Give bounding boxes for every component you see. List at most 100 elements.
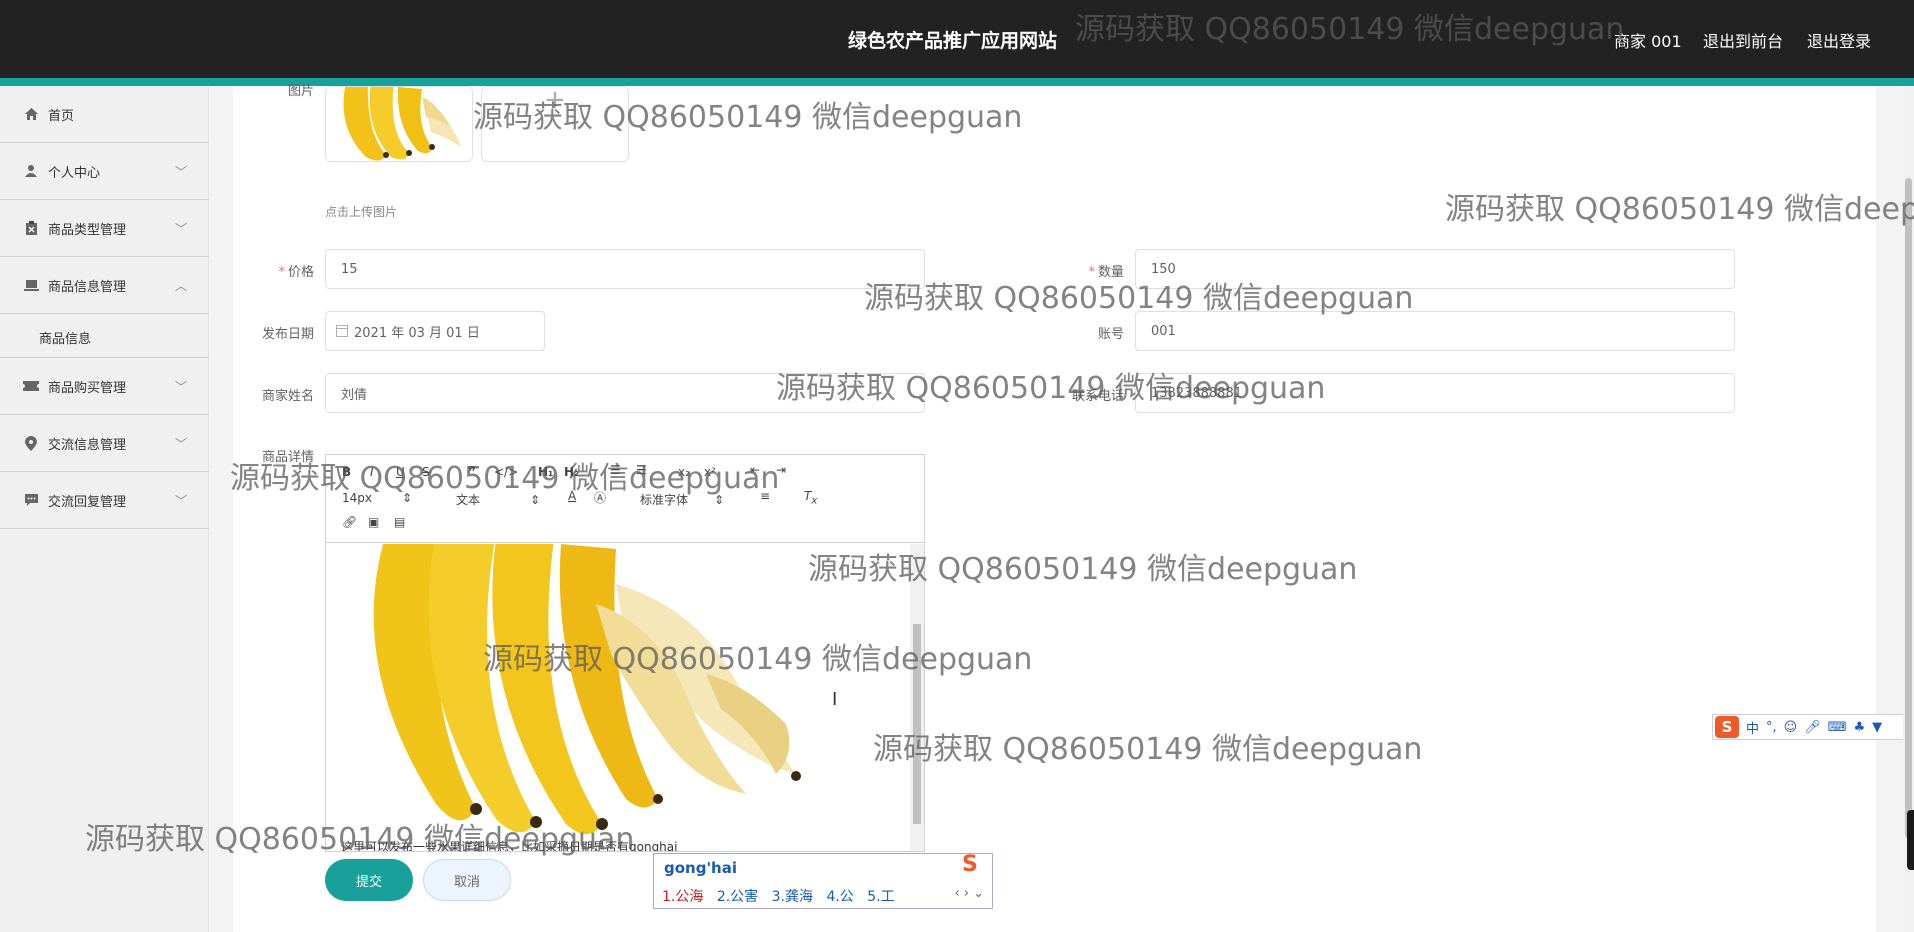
select-arrow-icon: ⇕ xyxy=(530,493,541,507)
price-label: * 价格 xyxy=(278,265,314,280)
sidebar-item-label: 交流信息管理 xyxy=(48,437,127,453)
font-family-select[interactable]: 标准字体 ⇕ xyxy=(640,491,724,508)
rich-text-editor[interactable]: B I U S ❞ </> H₁ H₂ ☰ ☰ x₂ x² ⇤ ⇥ 14px ⇕ … xyxy=(325,454,925,852)
text-cursor-icon: I xyxy=(832,689,838,710)
keyboard-icon[interactable]: ⌨ xyxy=(1828,720,1847,735)
background-color-icon[interactable]: Ⓐ xyxy=(594,489,606,506)
quantity-label: * 数量 xyxy=(1088,265,1124,280)
ime-composition: gong'hai xyxy=(664,859,737,877)
merchant-name-input[interactable]: 刘倩 xyxy=(325,373,925,413)
ime-candidate[interactable]: 4.公 xyxy=(826,889,853,905)
chevron-down-icon: ﹀ xyxy=(174,380,187,394)
video-icon[interactable]: ▤ xyxy=(394,515,405,529)
top-header: 绿色农产品推广应用网站 商家 001 退出到前台 退出登录 xyxy=(0,0,1914,78)
price-input[interactable]: 15 xyxy=(325,249,925,289)
editor-scrollbar-thumb[interactable] xyxy=(913,624,921,824)
uploaded-image-thumb[interactable] xyxy=(325,86,473,162)
page-scrollbar[interactable] xyxy=(1903,86,1914,932)
chevron-down-icon: ﹀ xyxy=(174,494,187,508)
strike-icon[interactable]: S xyxy=(422,465,430,479)
ime-page-nav[interactable]: ‹ › ⌄ xyxy=(954,886,984,901)
skin-icon[interactable]: ▼ xyxy=(1872,720,1882,735)
sidebar-item-label: 个人中心 xyxy=(48,165,101,181)
editor-toolbar: B I U S ❞ </> H₁ H₂ ☰ ☰ x₂ x² ⇤ ⇥ 14px ⇕ … xyxy=(326,455,924,543)
superscript-icon[interactable]: x² xyxy=(704,465,716,479)
sidebar-item-product-info[interactable]: 商品信息管理 ︿ xyxy=(0,257,209,314)
heading1-icon[interactable]: H₁ xyxy=(538,465,553,479)
image-label: 图片 xyxy=(287,84,314,99)
editor-content[interactable]: 这里可以发布一些水果详细信息，比如采摘日期是否有gonghai xyxy=(326,544,910,851)
sidebar-item-product-type[interactable]: 商品类型管理 ﹀ xyxy=(0,200,209,257)
ime-candidate[interactable]: 5.工 xyxy=(867,889,894,905)
quantity-input[interactable]: 150 xyxy=(1135,249,1735,289)
chinese-mode-icon[interactable]: 中 xyxy=(1746,718,1759,737)
bold-icon[interactable]: B xyxy=(342,465,351,479)
logout-link[interactable]: 退出登录 xyxy=(1807,28,1871,52)
home-icon xyxy=(23,106,39,122)
page-scrollbar-thumb[interactable] xyxy=(1905,178,1912,838)
cancel-button[interactable]: 取消 xyxy=(423,859,511,901)
align-icon[interactable]: ≡ xyxy=(760,489,770,503)
tools-icon[interactable]: ♣ xyxy=(1854,720,1866,735)
sidebar-item-label: 商品购买管理 xyxy=(48,380,127,396)
subscript-icon[interactable]: x₂ xyxy=(678,465,690,479)
sidebar-item-exchange-info[interactable]: 交流信息管理 ﹀ xyxy=(0,415,209,472)
exit-to-front-link[interactable]: 退出到前台 xyxy=(1703,28,1783,52)
ime-status-bar: S 中 °, ☺ 🎤︎ ⌨ ♣ ▼ xyxy=(1712,714,1914,740)
ime-candidate[interactable]: 1.公海 xyxy=(662,889,703,905)
microphone-icon[interactable]: 🎤︎ xyxy=(1804,720,1821,735)
merchant-user-link[interactable]: 商家 001 xyxy=(1614,28,1682,52)
sidebar-item-exchange-reply[interactable]: 交流回复管理 ﹀ xyxy=(0,472,209,529)
text-format-select[interactable]: 文本 ⇕ xyxy=(456,491,540,508)
chat-icon xyxy=(23,492,39,508)
ticket-icon xyxy=(23,378,39,394)
text-color-icon[interactable]: A xyxy=(568,489,576,503)
publish-date-picker[interactable]: 2021 年 03 月 01 日 xyxy=(325,311,545,351)
plus-icon: + xyxy=(544,86,566,115)
publish-date-label: 发布日期 xyxy=(261,327,314,342)
emoji-icon[interactable]: ☺ xyxy=(1784,720,1798,735)
sidebar-item-label: 商品信息管理 xyxy=(48,279,127,295)
sidebar-subitem-label: 商品信息 xyxy=(39,332,92,347)
punctuation-icon[interactable]: °, xyxy=(1766,720,1777,735)
sidebar-item-purchase[interactable]: 商品购买管理 ﹀ xyxy=(0,358,209,415)
upload-tip: 点击上传图片 xyxy=(325,205,398,219)
calendar-icon xyxy=(336,325,348,337)
submit-button[interactable]: 提交 xyxy=(325,859,413,901)
detail-label: 商品详情 xyxy=(261,450,314,465)
heading2-icon[interactable]: H₂ xyxy=(564,465,579,479)
sidebar-item-personal-center[interactable]: 个人中心 ﹀ xyxy=(0,143,209,200)
underline-icon[interactable]: U xyxy=(396,465,405,479)
link-icon[interactable]: 🔗︎ xyxy=(342,515,357,529)
indent-increase-icon[interactable]: ⇥ xyxy=(776,463,786,477)
code-icon[interactable]: </> xyxy=(494,465,518,479)
upload-image-button[interactable]: + xyxy=(481,86,629,162)
editor-scrollbar[interactable] xyxy=(910,544,924,851)
account-label: 账号 xyxy=(1097,327,1124,342)
edge-handle xyxy=(1907,810,1914,870)
chevron-down-icon: ﹀ xyxy=(174,165,187,179)
image-icon[interactable]: ▣ xyxy=(368,515,379,529)
quote-icon[interactable]: ❞ xyxy=(468,463,476,481)
sidebar-subitem-product-info[interactable]: 商品信息 xyxy=(0,314,209,358)
ime-candidate[interactable]: 2.公害 xyxy=(717,889,758,905)
chevron-down-icon: ﹀ xyxy=(174,222,187,236)
site-title: 绿色农产品推广应用网站 xyxy=(848,30,1058,52)
font-size-select[interactable]: 14px ⇕ xyxy=(342,491,412,505)
select-arrow-icon: ⇕ xyxy=(714,493,725,507)
laptop-icon xyxy=(23,277,39,293)
ime-candidate-window: gong'hai S 1.公海 2.公害 3.龚海 4.公 5.工 ‹ › ⌄ xyxy=(653,852,993,909)
editor-text-line: 这里可以发布一些水果详细信息，比如采摘日期是否有gonghai xyxy=(341,840,678,851)
sidebar-item-label: 交流回复管理 xyxy=(48,494,127,510)
merchant-name-label: 商家姓名 xyxy=(261,389,314,404)
ime-candidate[interactable]: 3.龚海 xyxy=(772,889,813,905)
sidebar-item-home[interactable]: 首页 xyxy=(0,86,209,143)
ordered-list-icon[interactable]: ☰ xyxy=(610,463,621,477)
bullet-list-icon[interactable]: ☰ xyxy=(636,463,647,477)
phone-input[interactable]: 13823888881 xyxy=(1135,373,1735,413)
sogou-icon[interactable]: S xyxy=(1715,716,1739,738)
italic-icon[interactable]: I xyxy=(370,465,374,479)
account-input[interactable]: 001 xyxy=(1135,311,1735,351)
indent-decrease-icon[interactable]: ⇤ xyxy=(750,463,760,477)
clear-format-icon[interactable]: Tx xyxy=(804,489,817,506)
